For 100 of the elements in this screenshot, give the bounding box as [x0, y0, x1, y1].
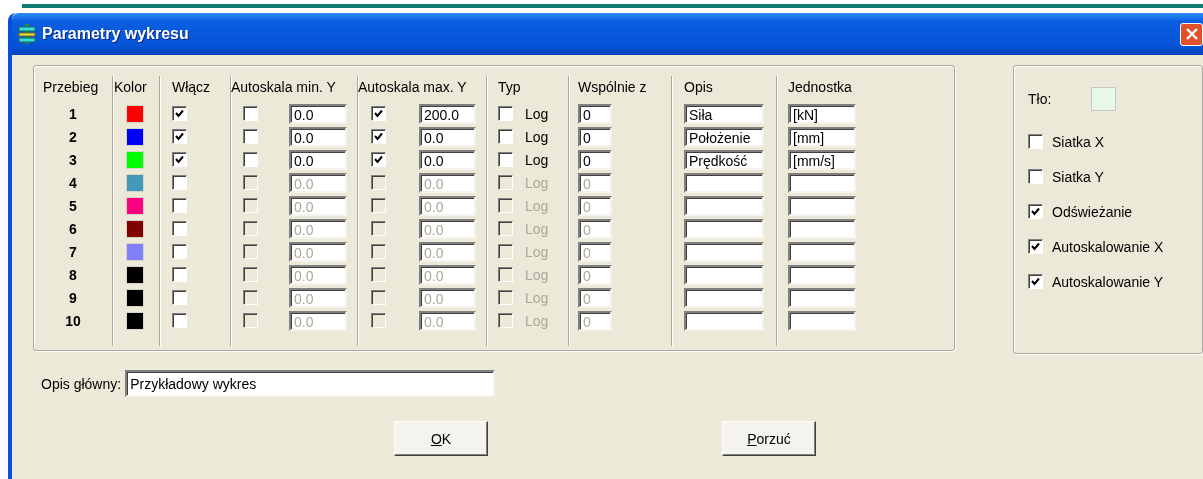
- input-field[interactable]: 0.0: [289, 149, 347, 170]
- checkbox[interactable]: [498, 175, 513, 190]
- input-field[interactable]: 0.0: [419, 172, 476, 193]
- input-field[interactable]: [788, 241, 856, 262]
- checkbox[interactable]: [498, 198, 513, 213]
- ok-button[interactable]: OK: [394, 421, 488, 456]
- cancel-button[interactable]: Porzuć: [722, 421, 816, 456]
- checkbox[interactable]: [1028, 274, 1043, 289]
- input-field[interactable]: 0: [578, 310, 612, 331]
- input-field[interactable]: 0: [578, 172, 612, 193]
- input-field[interactable]: [788, 195, 856, 216]
- checkbox[interactable]: [498, 221, 513, 236]
- checkbox[interactable]: [243, 267, 258, 282]
- color-swatch[interactable]: [126, 173, 144, 192]
- input-field[interactable]: 0.0: [419, 287, 476, 308]
- input-field[interactable]: 0: [578, 195, 612, 216]
- input-field[interactable]: 0.0: [419, 149, 476, 170]
- checkbox[interactable]: [243, 290, 258, 305]
- color-swatch[interactable]: [1091, 87, 1117, 111]
- checkbox[interactable]: [498, 267, 513, 282]
- color-swatch[interactable]: [126, 127, 144, 146]
- checkbox[interactable]: [371, 106, 386, 121]
- input-field[interactable]: 0.0: [289, 241, 347, 262]
- color-swatch[interactable]: [126, 104, 144, 123]
- input-field[interactable]: [684, 287, 764, 308]
- checkbox[interactable]: [498, 152, 513, 167]
- input-field[interactable]: 0.0: [289, 287, 347, 308]
- checkbox[interactable]: [1028, 169, 1043, 184]
- checkbox[interactable]: [498, 244, 513, 259]
- checkbox[interactable]: [172, 221, 187, 236]
- input-field[interactable]: 0.0: [289, 195, 347, 216]
- input-field[interactable]: 0: [578, 149, 612, 170]
- input-field[interactable]: Położenie: [684, 126, 764, 147]
- checkbox[interactable]: [243, 198, 258, 213]
- checkbox[interactable]: [172, 198, 187, 213]
- checkbox[interactable]: [172, 267, 187, 282]
- checkbox[interactable]: [371, 244, 386, 259]
- checkbox[interactable]: [371, 267, 386, 282]
- input-field[interactable]: [788, 310, 856, 331]
- input-field[interactable]: 200.0: [419, 103, 476, 124]
- color-swatch[interactable]: [126, 265, 144, 284]
- checkbox[interactable]: [243, 129, 258, 144]
- color-swatch[interactable]: [126, 219, 144, 238]
- checkbox[interactable]: [172, 313, 187, 328]
- checkbox[interactable]: [243, 244, 258, 259]
- checkbox[interactable]: [243, 313, 258, 328]
- checkbox[interactable]: [371, 175, 386, 190]
- input-field[interactable]: [684, 241, 764, 262]
- input-field[interactable]: Siła: [684, 103, 764, 124]
- input-field[interactable]: [684, 172, 764, 193]
- checkbox[interactable]: [371, 152, 386, 167]
- input-field[interactable]: [684, 264, 764, 285]
- checkbox[interactable]: [1028, 134, 1043, 149]
- checkbox[interactable]: [498, 129, 513, 144]
- input-field[interactable]: [mm]: [788, 126, 856, 147]
- input-field[interactable]: [788, 264, 856, 285]
- input-field[interactable]: 0: [578, 241, 612, 262]
- input-field[interactable]: 0.0: [419, 218, 476, 239]
- input-field[interactable]: [684, 218, 764, 239]
- checkbox[interactable]: [371, 221, 386, 236]
- input-field[interactable]: 0.0: [419, 241, 476, 262]
- input-field[interactable]: 0.0: [289, 310, 347, 331]
- input-field[interactable]: 0.0: [289, 126, 347, 147]
- input-field[interactable]: [788, 172, 856, 193]
- checkbox[interactable]: [371, 313, 386, 328]
- checkbox[interactable]: [243, 152, 258, 167]
- input-field[interactable]: 0.0: [289, 172, 347, 193]
- input-field[interactable]: 0.0: [289, 218, 347, 239]
- input-field[interactable]: [684, 310, 764, 331]
- input-field[interactable]: [788, 287, 856, 308]
- color-swatch[interactable]: [126, 288, 144, 307]
- input-field[interactable]: 0: [578, 264, 612, 285]
- input-field[interactable]: [mm/s]: [788, 149, 856, 170]
- input-field[interactable]: 0.0: [419, 310, 476, 331]
- color-swatch[interactable]: [126, 242, 144, 261]
- input-field[interactable]: Przykładowy wykres: [125, 370, 496, 397]
- color-swatch[interactable]: [126, 196, 144, 215]
- checkbox[interactable]: [243, 175, 258, 190]
- checkbox[interactable]: [498, 313, 513, 328]
- input-field[interactable]: 0.0: [419, 195, 476, 216]
- input-field[interactable]: 0: [578, 126, 612, 147]
- input-field[interactable]: [788, 218, 856, 239]
- checkbox[interactable]: [172, 290, 187, 305]
- input-field[interactable]: [684, 195, 764, 216]
- checkbox[interactable]: [371, 290, 386, 305]
- input-field[interactable]: Prędkość: [684, 149, 764, 170]
- input-field[interactable]: 0.0: [419, 126, 476, 147]
- close-button[interactable]: [1180, 22, 1203, 46]
- checkbox[interactable]: [243, 221, 258, 236]
- checkbox[interactable]: [498, 290, 513, 305]
- input-field[interactable]: 0.0: [289, 264, 347, 285]
- input-field[interactable]: 0.0: [419, 264, 476, 285]
- color-swatch[interactable]: [126, 311, 144, 330]
- input-field[interactable]: 0: [578, 103, 612, 124]
- input-field[interactable]: 0.0: [289, 103, 347, 124]
- input-field[interactable]: 0: [578, 218, 612, 239]
- checkbox[interactable]: [172, 244, 187, 259]
- checkbox[interactable]: [371, 198, 386, 213]
- checkbox[interactable]: [243, 106, 258, 121]
- checkbox[interactable]: [1028, 204, 1043, 219]
